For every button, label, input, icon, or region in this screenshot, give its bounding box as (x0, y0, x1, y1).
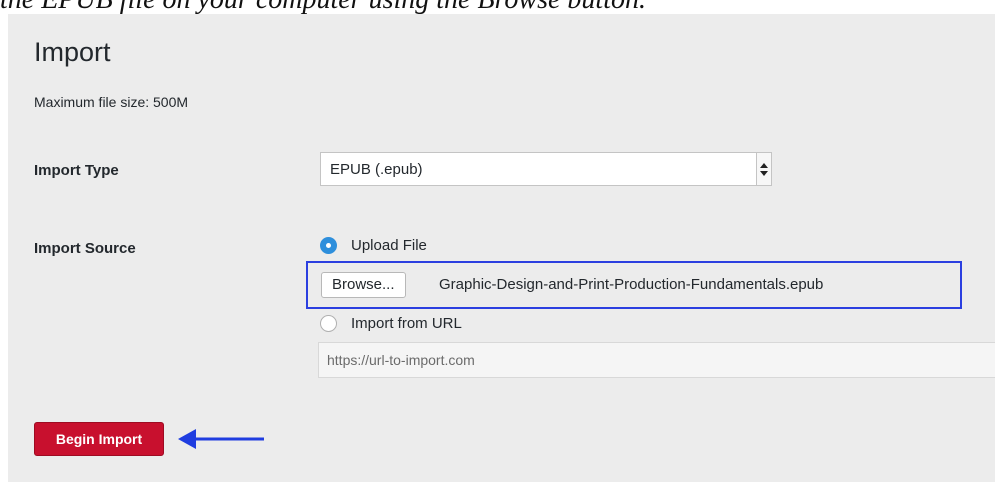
caption-text: the EPUB file on your computer using the… (0, 0, 646, 14)
page-title: Import (34, 37, 111, 67)
import-type-selected-value: EPUB (.epub) (330, 161, 423, 178)
file-chooser-highlight: Browse... Graphic-Design-and-Print-Produ… (306, 261, 962, 309)
import-from-url-option[interactable]: Import from URL (320, 313, 462, 333)
import-url-input[interactable] (318, 342, 995, 378)
select-arrows-icon[interactable] (756, 153, 771, 185)
upload-file-radio[interactable] (320, 236, 337, 254)
max-file-size-note: Maximum file size: 500M (34, 94, 189, 110)
import-from-url-radio[interactable] (320, 314, 337, 332)
import-panel: Import Maximum file size: 500M Import Ty… (8, 14, 995, 482)
import-from-url-label[interactable]: Import from URL (351, 315, 462, 332)
caption-strip: the EPUB file on your computer using the… (0, 0, 995, 14)
upload-file-option[interactable]: Upload File (320, 235, 427, 255)
upload-file-label[interactable]: Upload File (351, 237, 427, 254)
pointer-arrow-icon (178, 429, 264, 449)
import-type-select[interactable]: EPUB (.epub) (320, 152, 772, 186)
begin-import-button[interactable]: Begin Import (34, 422, 164, 456)
import-type-label: Import Type (34, 162, 119, 179)
import-source-label: Import Source (34, 240, 136, 257)
selected-file-name: Graphic-Design-and-Print-Production-Fund… (439, 276, 824, 293)
browse-button[interactable]: Browse... (321, 272, 406, 298)
